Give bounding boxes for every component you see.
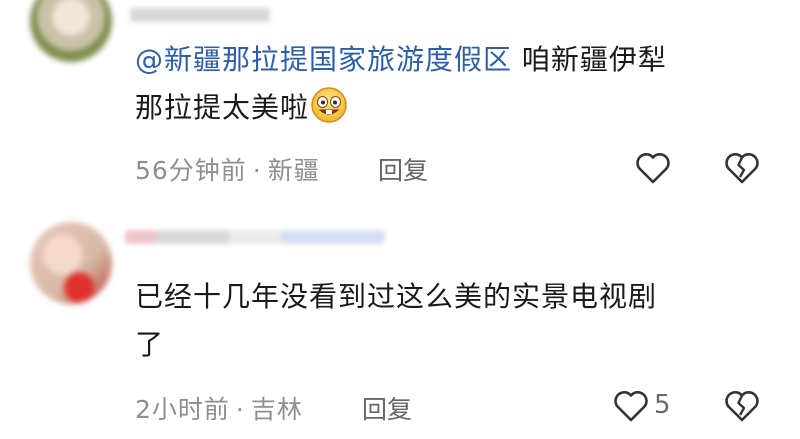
- comment-text-line1: 咱新疆伊犁: [521, 43, 667, 76]
- comment-body: @新疆那拉提国家旅游度假区 咱新疆伊犁 那拉提太美啦: [135, 36, 755, 132]
- username-blurred: [125, 230, 385, 244]
- comment-text-line2: 那拉提太美啦: [135, 91, 310, 124]
- avatar[interactable]: [30, 222, 112, 304]
- broken-heart-dislike-icon[interactable]: [722, 148, 762, 188]
- heart-like-icon[interactable]: [611, 386, 651, 426]
- comment-time: 2小时前: [135, 395, 230, 424]
- broken-heart-dislike-icon[interactable]: [722, 386, 762, 426]
- heart-like-icon[interactable]: [633, 148, 673, 188]
- reply-button[interactable]: 回复: [362, 390, 412, 426]
- separator-dot: ·: [252, 156, 262, 185]
- comment-meta: 56分钟前 · 新疆: [135, 151, 320, 187]
- comment-meta: 2小时前 · 吉林: [135, 390, 303, 426]
- comment-text-line2: 了: [135, 328, 165, 361]
- comment-time: 56分钟前: [135, 156, 247, 185]
- reply-button[interactable]: 回复: [378, 151, 428, 187]
- comment-location: 吉林: [250, 395, 303, 424]
- avatar[interactable]: [30, 0, 112, 62]
- like-count: 5: [654, 390, 671, 420]
- comment-location: 新疆: [267, 156, 320, 185]
- comment-list: @新疆那拉提国家旅游度假区 咱新疆伊犁 那拉提太美啦 56分钟前·新疆 回复: [0, 0, 800, 439]
- comment-body: 已经十几年没看到过这么美的实景电视剧 了: [135, 273, 775, 369]
- mention-link[interactable]: @新疆那拉提国家旅游度假区: [135, 43, 512, 76]
- comment-text-line1: 已经十几年没看到过这么美的实景电视剧: [135, 280, 658, 313]
- separator-dot: ·: [235, 395, 245, 424]
- username-blurred: [130, 8, 270, 22]
- grinning-face-emoji-icon: [311, 87, 347, 123]
